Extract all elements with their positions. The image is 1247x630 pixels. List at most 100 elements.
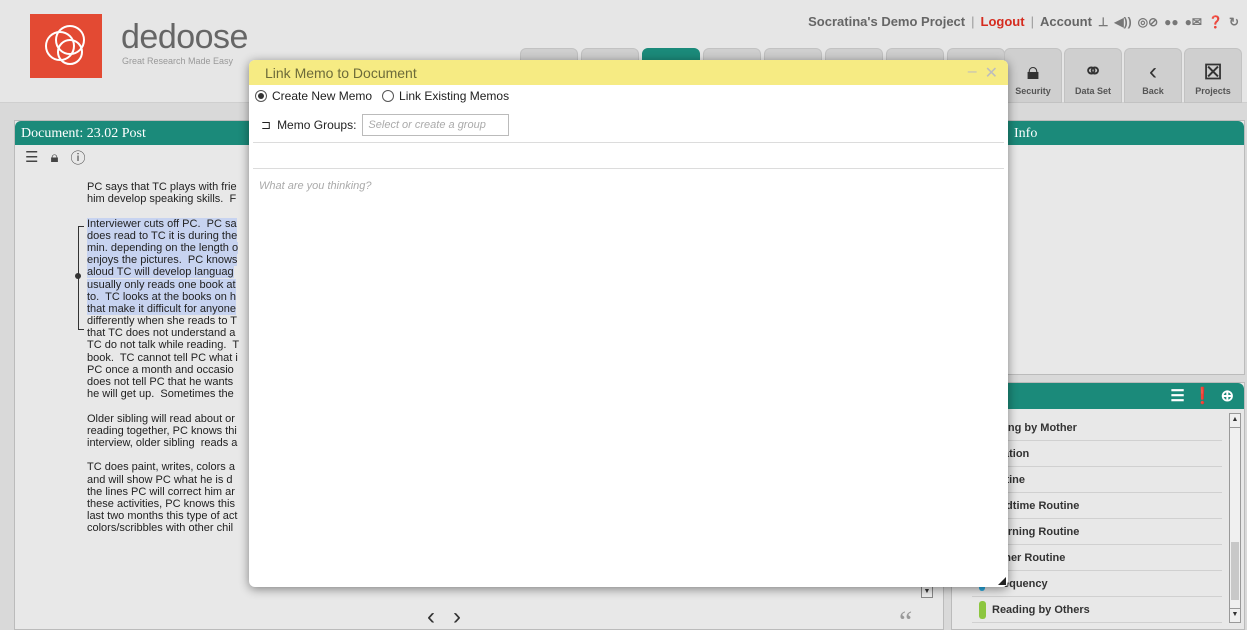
memo-groups-row: ⊐ Memo Groups: <box>253 107 1004 143</box>
projects-icon: ⊠ <box>1202 58 1224 85</box>
code-item[interactable]: Reading by Others <box>972 597 1222 623</box>
document-line[interactable] <box>87 400 267 412</box>
highlighted-excerpt[interactable]: aloud TC will develop languag <box>87 266 234 279</box>
minimize-icon[interactable]: – <box>968 63 977 83</box>
info-icon[interactable]: ⓘ <box>70 147 85 168</box>
lock-icon[interactable]: 🔒︎ <box>50 149 58 166</box>
highlighted-excerpt[interactable]: min. depending on the length o <box>87 241 239 254</box>
document-line[interactable]: these activities, PC knows this <box>87 498 267 510</box>
document-line[interactable]: PC says that TC plays with frie <box>87 181 267 193</box>
document-line[interactable]: TC do not talk while reading. T <box>87 339 267 351</box>
document-line[interactable]: him develop speaking skills. F <box>87 193 267 205</box>
users-icon[interactable]: ●● <box>1164 15 1179 29</box>
chevron-left-icon: ‹ <box>1149 58 1157 85</box>
highlighted-excerpt[interactable]: does read to TC it is during the <box>87 229 238 242</box>
document-line[interactable] <box>87 205 267 217</box>
document-line[interactable]: that TC does not understand a <box>87 327 267 339</box>
prev-page-icon[interactable]: ‹ <box>427 603 435 630</box>
code-item[interactable]: Other Routine <box>972 545 1222 571</box>
code-color-bar <box>979 601 986 619</box>
highlighted-excerpt[interactable]: Interviewer cuts off PC. PC sa <box>87 217 237 230</box>
document-line[interactable]: does not tell PC that he wants <box>87 376 267 388</box>
document-line[interactable]: does read to TC it is during the <box>87 229 267 242</box>
add-code-icon[interactable]: ⊕ <box>1221 386 1234 406</box>
account-link[interactable]: Account <box>1040 14 1092 29</box>
document-line[interactable]: last two months this type of act <box>87 510 267 522</box>
create-new-memo-label[interactable]: Create New Memo <box>272 89 372 103</box>
sync-check-icon[interactable]: ◎⊘ <box>1138 15 1159 29</box>
document-line[interactable]: PC once a month and occasio <box>87 364 267 376</box>
mail-icon[interactable]: ●✉ <box>1185 15 1202 29</box>
memo-title-input[interactable] <box>258 149 958 162</box>
logout-link[interactable]: Logout <box>981 14 1025 29</box>
memo-groups-icon: ⊐ <box>261 117 272 132</box>
code-item[interactable]: outine <box>972 467 1222 493</box>
pin-icon[interactable]: ⊥ <box>1098 15 1108 29</box>
document-text[interactable]: PC says that TC plays with frie him devel… <box>87 181 267 606</box>
brand-tagline: Great Research Made Easy <box>122 56 234 66</box>
sound-icon[interactable]: ◀)) <box>1114 15 1131 29</box>
document-line[interactable]: he will get up. Sometimes the <box>87 388 267 400</box>
data-set-button[interactable]: ⚭ Data Set <box>1064 48 1122 103</box>
document-line[interactable]: the lines PC will correct him ar <box>87 486 267 498</box>
logo-rings-icon <box>45 25 85 65</box>
document-line[interactable]: differently when she reads to T <box>87 315 267 327</box>
document-line[interactable]: interview, older sibling reads a <box>87 437 267 449</box>
code-item[interactable]: ading by Mother <box>972 415 1222 441</box>
document-line[interactable]: colors/scribbles with other chil <box>87 522 267 534</box>
highlighted-excerpt[interactable]: to. TC looks at the books on h <box>87 290 236 303</box>
document-line[interactable]: Interviewer cuts off PC. PC sa <box>87 217 267 230</box>
next-page-icon[interactable]: › <box>453 603 461 630</box>
dialog-title: Link Memo to Document <box>265 64 417 81</box>
projects-button[interactable]: ⊠ Projects <box>1184 48 1242 103</box>
scroll-down-arrow[interactable]: ▼ <box>1230 608 1240 622</box>
memo-body-input[interactable] <box>259 180 994 575</box>
link-existing-memos-radio[interactable] <box>382 90 395 102</box>
filter-icon[interactable]: ☰ <box>25 148 38 166</box>
quote-icon[interactable]: “ <box>899 605 912 630</box>
document-line[interactable]: TC does paint, writes, colors a <box>87 461 267 473</box>
filter-icon[interactable]: ☰ <box>1170 386 1184 406</box>
highlighted-excerpt[interactable]: enjoys the pictures. PC knows <box>87 254 238 267</box>
scroll-down-arrow[interactable]: ▼ <box>921 586 933 598</box>
document-line[interactable]: reading together, PC knows thi <box>87 425 267 437</box>
codes-scrollbar[interactable]: ▲ ▼ <box>1229 413 1241 623</box>
highlighted-excerpt[interactable]: usually only reads one book at <box>87 278 236 291</box>
code-item[interactable]: Morning Routine <box>972 519 1222 545</box>
code-item[interactable]: Frequency <box>972 571 1222 597</box>
document-line[interactable]: that make it difficult for anyone <box>87 302 267 315</box>
lock-icon: 🔒︎ <box>1026 58 1040 85</box>
project-name[interactable]: Socratina's Demo Project <box>808 14 965 29</box>
help-icon[interactable]: ❓ <box>1208 15 1223 29</box>
memo-groups-input[interactable] <box>362 113 510 136</box>
code-item[interactable]: Bedtime Routine <box>972 493 1222 519</box>
document-line[interactable]: Older sibling will read about or <box>87 413 267 425</box>
scroll-up-arrow[interactable]: ▲ <box>1230 414 1240 428</box>
dedoose-logo[interactable] <box>30 14 102 78</box>
memo-groups-label: Memo Groups: <box>277 117 357 132</box>
create-new-memo-radio[interactable] <box>255 90 267 102</box>
nav-buttons: 🔒︎ Security ⚭ Data Set ‹ Back ⊠ Projects <box>1004 48 1242 103</box>
resize-handle[interactable] <box>998 577 1006 585</box>
document-line[interactable]: book. TC cannot tell PC what i <box>87 352 267 364</box>
code-item[interactable]: uration <box>972 441 1222 467</box>
close-icon[interactable]: ✕ <box>985 63 998 83</box>
document-line[interactable]: aloud TC will develop languag <box>87 266 267 279</box>
scroll-thumb[interactable] <box>1231 542 1239 600</box>
link-existing-memos-label[interactable]: Link Existing Memos <box>399 89 509 103</box>
back-button[interactable]: ‹ Back <box>1124 48 1182 103</box>
document-line[interactable]: and will show PC what he is d <box>87 474 267 486</box>
code-item-label: Reading by Others <box>992 603 1090 616</box>
refresh-icon[interactable]: ↻ <box>1229 15 1239 29</box>
highlighted-excerpt[interactable]: that make it difficult for anyone <box>87 302 236 315</box>
security-button[interactable]: 🔒︎ Security <box>1004 48 1062 103</box>
document-line[interactable]: to. TC looks at the books on h <box>87 290 267 303</box>
brand-name: dedoose <box>121 18 248 56</box>
excerpt-handle[interactable] <box>75 273 81 279</box>
alert-icon[interactable]: ❗ <box>1193 386 1213 406</box>
document-line[interactable] <box>87 449 267 461</box>
document-line[interactable]: enjoys the pictures. PC knows <box>87 254 267 267</box>
dialog-header: Link Memo to Document – ✕ <box>249 60 1008 85</box>
document-line[interactable]: min. depending on the length o <box>87 241 267 254</box>
document-line[interactable]: usually only reads one book at <box>87 278 267 291</box>
